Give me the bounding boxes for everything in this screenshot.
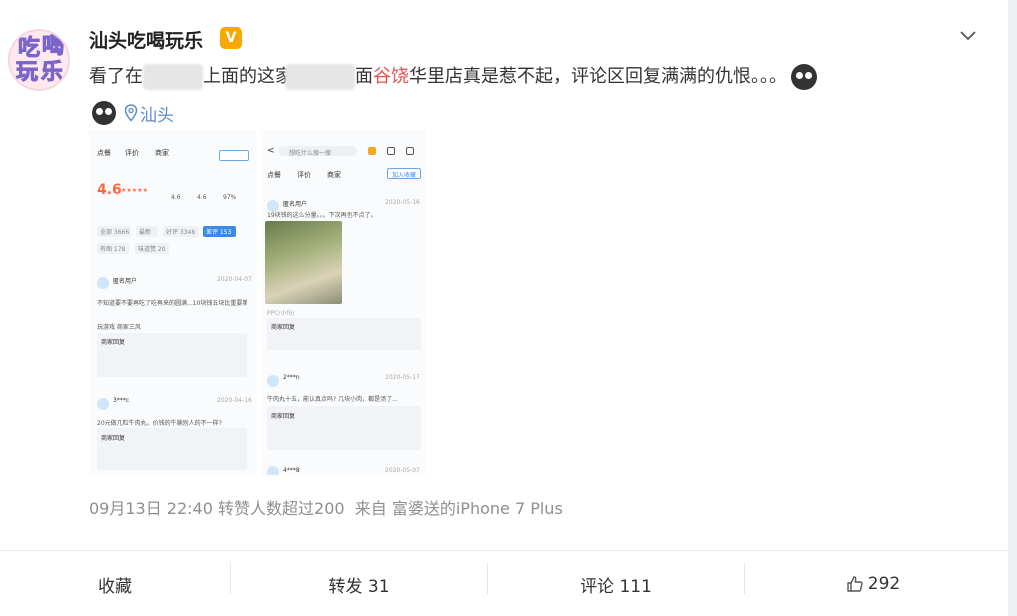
location-row: 汕头 [92,100,174,126]
author-avatar[interactable]: 吃 喝 玩 乐 [8,29,70,91]
attached-image-2[interactable]: < 想吃什么搜一搜 点餐 评价 商家 加入收藏 匿名用户 2020-05-16 … [261,130,426,475]
review-text: 不知道要不要再吃了吃再来的圆满...10块钱五块比重要第二 [97,300,247,307]
reviewer-avatar [97,277,109,289]
chevron-down-icon[interactable] [958,28,978,44]
post-meta: 09月13日 22:40 转赞人数超过200 来自 富婆送的iPhone 7 P… [89,495,563,519]
reviewer-avatar [267,375,279,387]
repost-button[interactable]: 转发 31 [231,551,487,616]
rating-stars: ★★★★★ [121,187,148,194]
review-text: 玩游戏 商家三风 [97,324,141,331]
tab-review: 评价 [297,171,311,179]
page-edge [1008,0,1017,616]
reviewer-avatar [97,398,109,410]
avatar-char: 乐 [40,60,64,85]
post-text-part: 看了在 [89,66,143,87]
source-prefix: 来自 [354,499,387,518]
review-date: 2020-04-16 [217,397,252,404]
post-text-part: 面 [355,66,373,87]
reply-title: 商家回复 [101,435,126,442]
tab-merchant: 商家 [155,149,169,157]
filter-label: 有图 178 [100,246,126,253]
like-count: 292 [867,574,901,594]
reply-title: 商家回复 [271,324,296,331]
avatar-char: 玩 [15,60,39,85]
comment-button[interactable]: 评论 111 [488,551,744,616]
back-icon: < [267,146,275,156]
review-date: 2020-05-16 [385,199,420,206]
blurred-region [285,64,355,90]
reviewer-name: 2***n [283,374,300,381]
filter-label: 好评 3346 [166,229,196,236]
reply-title: 商家回复 [101,339,126,346]
blurred-region [143,64,203,90]
chat-icon [387,147,395,155]
review-text: 牛肉丸十五，能认真点吗? 几块小肉，都是汤了... [267,396,398,403]
like-button[interactable]: 292 [745,551,1001,616]
reviewer-name: 4***8 [283,467,300,474]
cart-icon [368,147,376,155]
verified-badge-icon: V [220,27,242,49]
thumbs-up-icon [847,576,863,592]
review-date: 2020-05-07 [385,467,420,474]
filter-label: 全部 3666 [100,229,130,236]
attached-image-1[interactable]: 点餐 评价 商家 4.6 ★★★★★ 4.6 4.6 97% 全部 3666 最… [89,130,256,475]
follow-button [219,150,249,161]
reply-title: 商家回复 [271,413,296,420]
repost-info: 转赞人数超过200 [218,499,345,518]
post-text-part: 华里店真是惹不起，评论区回复满满的仇恨。。。 [409,66,787,87]
avatar-char: 吃 [17,36,41,61]
filter-label: 差评 153 [206,229,232,236]
reviewer-name: 匿名用户 [283,201,308,208]
favorite-button[interactable]: 收藏 [0,551,230,616]
review-photo [265,221,342,304]
search-placeholder: 想吃什么搜一搜 [289,150,332,157]
review-date: 2020-04-07 [217,276,252,283]
review-meta: PPC/小份/ [267,310,295,317]
avatar-char: 喝 [41,34,65,59]
repost-label: 转发 31 [328,576,390,597]
filter-label: 最新 [139,229,152,236]
follow-label: 加入收藏 [392,172,417,179]
highlight-link[interactable]: 谷饶 [373,66,409,87]
post-text-part: 上面的这家 [203,66,293,87]
location-label: 汕头 [140,105,174,126]
review-date: 2020-05-17 [385,374,420,381]
author-name[interactable]: 汕头吃喝玩乐 [89,26,203,53]
location-link[interactable]: 汕头 [124,101,174,126]
tab-merchant: 商家 [327,171,341,179]
post-timestamp[interactable]: 09月13日 22:40 [89,499,213,518]
review-text: 19块钱的这么分量。。。下次再也不点了。 [267,212,377,219]
filter-label: 味道赞 20 [138,246,166,253]
review-text: 20元做几粒牛肉丸，价钱的牛腩别人的不一样? [97,420,222,427]
tear-emoji-icon [791,64,817,90]
post-text: 看了在 上面的这家 面谷饶华里店真是惹不起，评论区回复满满的仇恨。。。 [89,62,817,90]
favorite-label: 收藏 [98,576,132,597]
tab-order: 点餐 [97,149,111,157]
comment-label: 评论 111 [580,576,652,597]
tab-order: 点餐 [267,171,281,179]
share-icon [406,147,414,155]
reviewer-avatar [267,466,279,475]
rating-score: 4.6 [97,182,122,198]
reviewer-name: 匿名用户 [113,278,138,285]
location-pin-icon [124,104,138,122]
tab-review: 评价 [125,149,139,157]
action-bar: 收藏 转发 31 评论 111 292 [0,550,1008,616]
reviewer-name: 3***c [113,397,130,404]
post-source[interactable]: 富婆送的iPhone 7 Plus [392,499,563,518]
weibo-post-card: 吃 喝 玩 乐 汕头吃喝玩乐 V 看了在 上面的这家 面谷饶华里店真是惹不起，评论区… [0,0,1008,616]
tear-emoji-icon [92,101,116,125]
